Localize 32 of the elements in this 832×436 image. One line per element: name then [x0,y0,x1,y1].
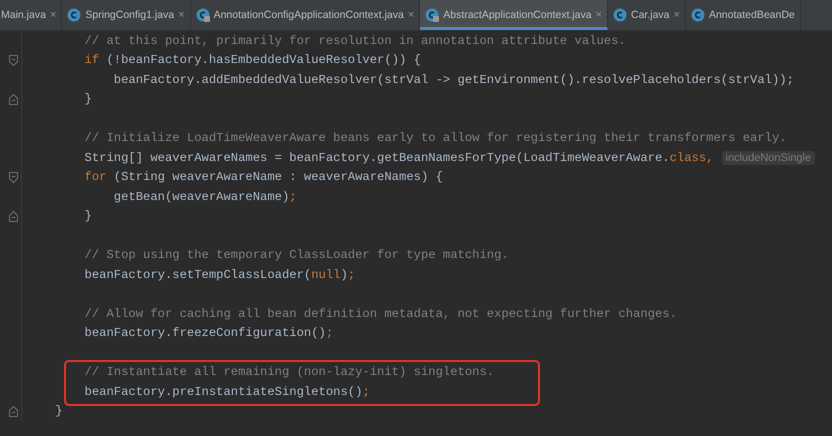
code-line: beanFactory.freezeConfiguration(); [84,326,334,340]
code-line: for (String weaverAwareName : weaverAwareNames) { [84,170,443,184]
code-line: // Allow for caching all bean definition metadata, not expecting further changes. [84,306,677,321]
code-line: // Instantiate all remaining (non-lazy-init) singletons. [84,365,494,380]
code-line: beanFactory.addEmbeddedValueResolver(strVal -> getEnvironment().resolvePlaceholders(strVal)); [112,72,794,87]
close-icon[interactable]: × [50,9,56,21]
editor-tab[interactable]: Car.java × [608,0,686,30]
fold-icon[interactable] [8,172,18,183]
code-line: } [84,209,92,224]
editor-tab[interactable]: SpringConfig1.java × [62,0,191,30]
parameter-hint: includeNonSingle [722,150,816,165]
fold-icon[interactable] [8,94,18,105]
editor-tab[interactable]: AnnotatedBeanDe [686,0,801,30]
code-line: // at this point, primarily for resolution in annotation attribute values. [84,34,626,48]
code-line: beanFactory.preInstantiateSingletons(); [84,384,370,399]
code-line: } [54,404,63,418]
close-icon[interactable]: × [674,9,680,21]
code-line: // Initialize LoadTimeWeaverAware beans early to allow for registering their transformers early. [84,131,787,146]
fold-icon[interactable] [8,54,18,66]
code-line: if (!beanFactory.hasEmbeddedValueResolver()) { [84,53,421,68]
editor-tab[interactable]: AbstractApplicationContext.java × [420,0,608,30]
code-line: getBean(weaverAwareName); [112,190,297,204]
close-icon[interactable]: × [178,9,185,21]
code-line: beanFactory.setTempClassLoader(null); [84,268,356,282]
fold-icon[interactable] [8,406,18,417]
close-icon[interactable]: × [408,9,414,21]
code-line: } [84,92,92,106]
code-line: // Stop using the temporary ClassLoader for type matching. [84,248,509,262]
code-line: String[] weaverAwareNames = beanFactory.getBeanNamesForType(LoadTimeWeaverAware.class, [84,150,714,165]
fold-icon[interactable] [8,210,18,222]
editor-tab[interactable]: Main.java × [0,0,62,30]
close-icon[interactable]: × [596,9,602,21]
